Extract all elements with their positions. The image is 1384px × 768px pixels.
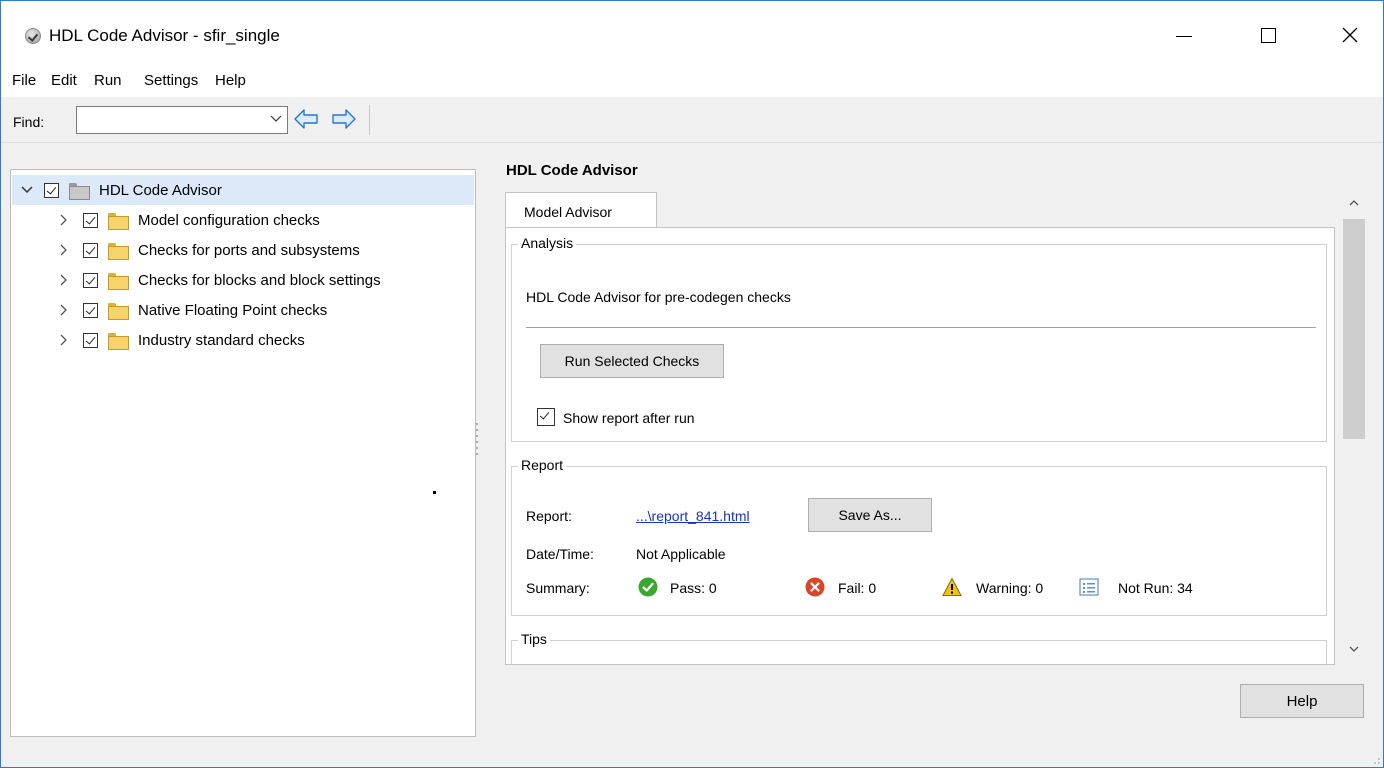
analysis-group-title: Analysis [518, 235, 577, 251]
tree-item-model-configuration[interactable]: Model configuration checks [12, 205, 320, 235]
check-tree: HDL Code Advisor Model configuration che… [10, 169, 476, 737]
pass-check-icon [638, 577, 658, 597]
run-selected-checks-button[interactable]: Run Selected Checks [540, 344, 724, 378]
model-advisor-panel: Analysis HDL Code Advisor for pre-codege… [505, 227, 1335, 665]
report-group-title: Report [518, 457, 567, 473]
close-icon [1342, 27, 1358, 43]
report-label: Report: [526, 508, 572, 524]
report-link[interactable]: ...\report_841.html [636, 508, 750, 524]
chevron-right-icon[interactable] [57, 273, 71, 287]
tree-item-native-floating-point[interactable]: Native Floating Point checks [12, 295, 327, 325]
close-button[interactable] [1327, 17, 1373, 53]
folder-icon [108, 272, 129, 290]
help-button[interactable]: Help [1240, 684, 1364, 718]
warning-triangle-icon [942, 577, 962, 596]
folder-icon [69, 182, 90, 200]
resize-grip-icon[interactable] [1369, 753, 1381, 765]
menu-bar: File Edit Run Settings Help [1, 65, 1383, 97]
chevron-down-icon[interactable] [20, 183, 34, 197]
tree-item-root[interactable]: HDL Code Advisor [12, 175, 474, 205]
not-run-count: Not Run: 34 [1118, 580, 1193, 596]
toolbar: Find: [1, 97, 1383, 143]
chevron-right-icon[interactable] [57, 243, 71, 257]
datetime-value: Not Applicable [636, 546, 726, 562]
folder-icon [108, 242, 129, 260]
chevron-right-icon[interactable] [57, 303, 71, 317]
show-report-label: Show report after run [563, 410, 695, 426]
find-label: Find: [13, 114, 45, 130]
tree-item-label: Checks for blocks and block settings [138, 271, 381, 289]
maximize-icon [1260, 27, 1276, 43]
stray-dot [433, 491, 436, 494]
menu-help[interactable]: Help [215, 72, 246, 89]
tree-item-label: Checks for ports and subsystems [138, 241, 360, 259]
arrow-left-icon[interactable] [293, 107, 319, 131]
datetime-label: Date/Time: [526, 546, 594, 562]
tree-item-ports-subsystems[interactable]: Checks for ports and subsystems [12, 235, 360, 265]
tree-checkbox[interactable] [44, 182, 59, 198]
tree-checkbox[interactable] [83, 272, 98, 288]
minimize-icon [1176, 35, 1192, 37]
save-as-button[interactable]: Save As... [808, 498, 932, 532]
chevron-right-icon[interactable] [57, 333, 71, 347]
report-group: Report Report: ...\report_841.html Save … [511, 457, 1327, 616]
menu-settings[interactable]: Settings [144, 72, 198, 89]
analysis-group: Analysis HDL Code Advisor for pre-codege… [511, 235, 1327, 442]
not-run-list-icon [1079, 578, 1099, 596]
tree-item-blocks-settings[interactable]: Checks for blocks and block settings [12, 265, 381, 295]
analysis-description: HDL Code Advisor for pre-codegen checks [526, 289, 791, 305]
chevron-right-icon[interactable] [57, 213, 71, 227]
tree-item-label: Model configuration checks [138, 211, 320, 229]
tab-model-advisor[interactable]: Model Advisor [505, 192, 657, 228]
tree-checkbox[interactable] [83, 242, 98, 258]
tips-group-title: Tips [518, 631, 550, 647]
scroll-up-icon[interactable] [1348, 197, 1360, 209]
tree-item-label: Native Floating Point checks [138, 301, 328, 319]
fail-x-icon [805, 577, 825, 597]
scroll-down-icon[interactable] [1348, 643, 1360, 655]
window-title: HDL Code Advisor - sfir_single [49, 26, 280, 45]
folder-icon [108, 212, 129, 230]
title-bar: HDL Code Advisor - sfir_single [1, 1, 1383, 65]
tree-checkbox[interactable] [83, 302, 98, 318]
chevron-down-icon[interactable] [269, 112, 283, 126]
toolbar-separator [369, 105, 370, 135]
fail-count: Fail: 0 [838, 580, 877, 596]
menu-edit[interactable]: Edit [51, 72, 77, 89]
divider [526, 327, 1316, 328]
find-combobox[interactable] [76, 106, 288, 134]
warning-count: Warning: 0 [976, 580, 1044, 596]
tree-item-label: Industry standard checks [138, 331, 305, 349]
maximize-button[interactable] [1245, 17, 1291, 53]
tree-checkbox[interactable] [83, 332, 98, 348]
scrollbar-thumb[interactable] [1343, 219, 1365, 439]
tree-item-label: HDL Code Advisor [99, 181, 222, 199]
pass-count: Pass: 0 [670, 580, 717, 596]
summary-label: Summary: [526, 580, 590, 596]
minimize-button[interactable] [1161, 17, 1207, 53]
app-icon [25, 28, 41, 44]
menu-run[interactable]: Run [94, 72, 122, 89]
folder-icon [108, 302, 129, 320]
content-scrollbar[interactable] [1341, 191, 1369, 665]
tree-item-industry-standard[interactable]: Industry standard checks [12, 325, 305, 355]
show-report-checkbox[interactable] [537, 408, 555, 426]
folder-icon [108, 332, 129, 350]
app-window: HDL Code Advisor - sfir_single File Edit… [0, 0, 1384, 768]
arrow-right-icon[interactable] [331, 107, 357, 131]
menu-file[interactable]: File [12, 72, 36, 89]
tree-checkbox[interactable] [83, 212, 98, 228]
tips-group: Tips [511, 631, 1327, 664]
pane-splitter-handle[interactable] [475, 421, 479, 457]
page-title: HDL Code Advisor [506, 162, 638, 179]
